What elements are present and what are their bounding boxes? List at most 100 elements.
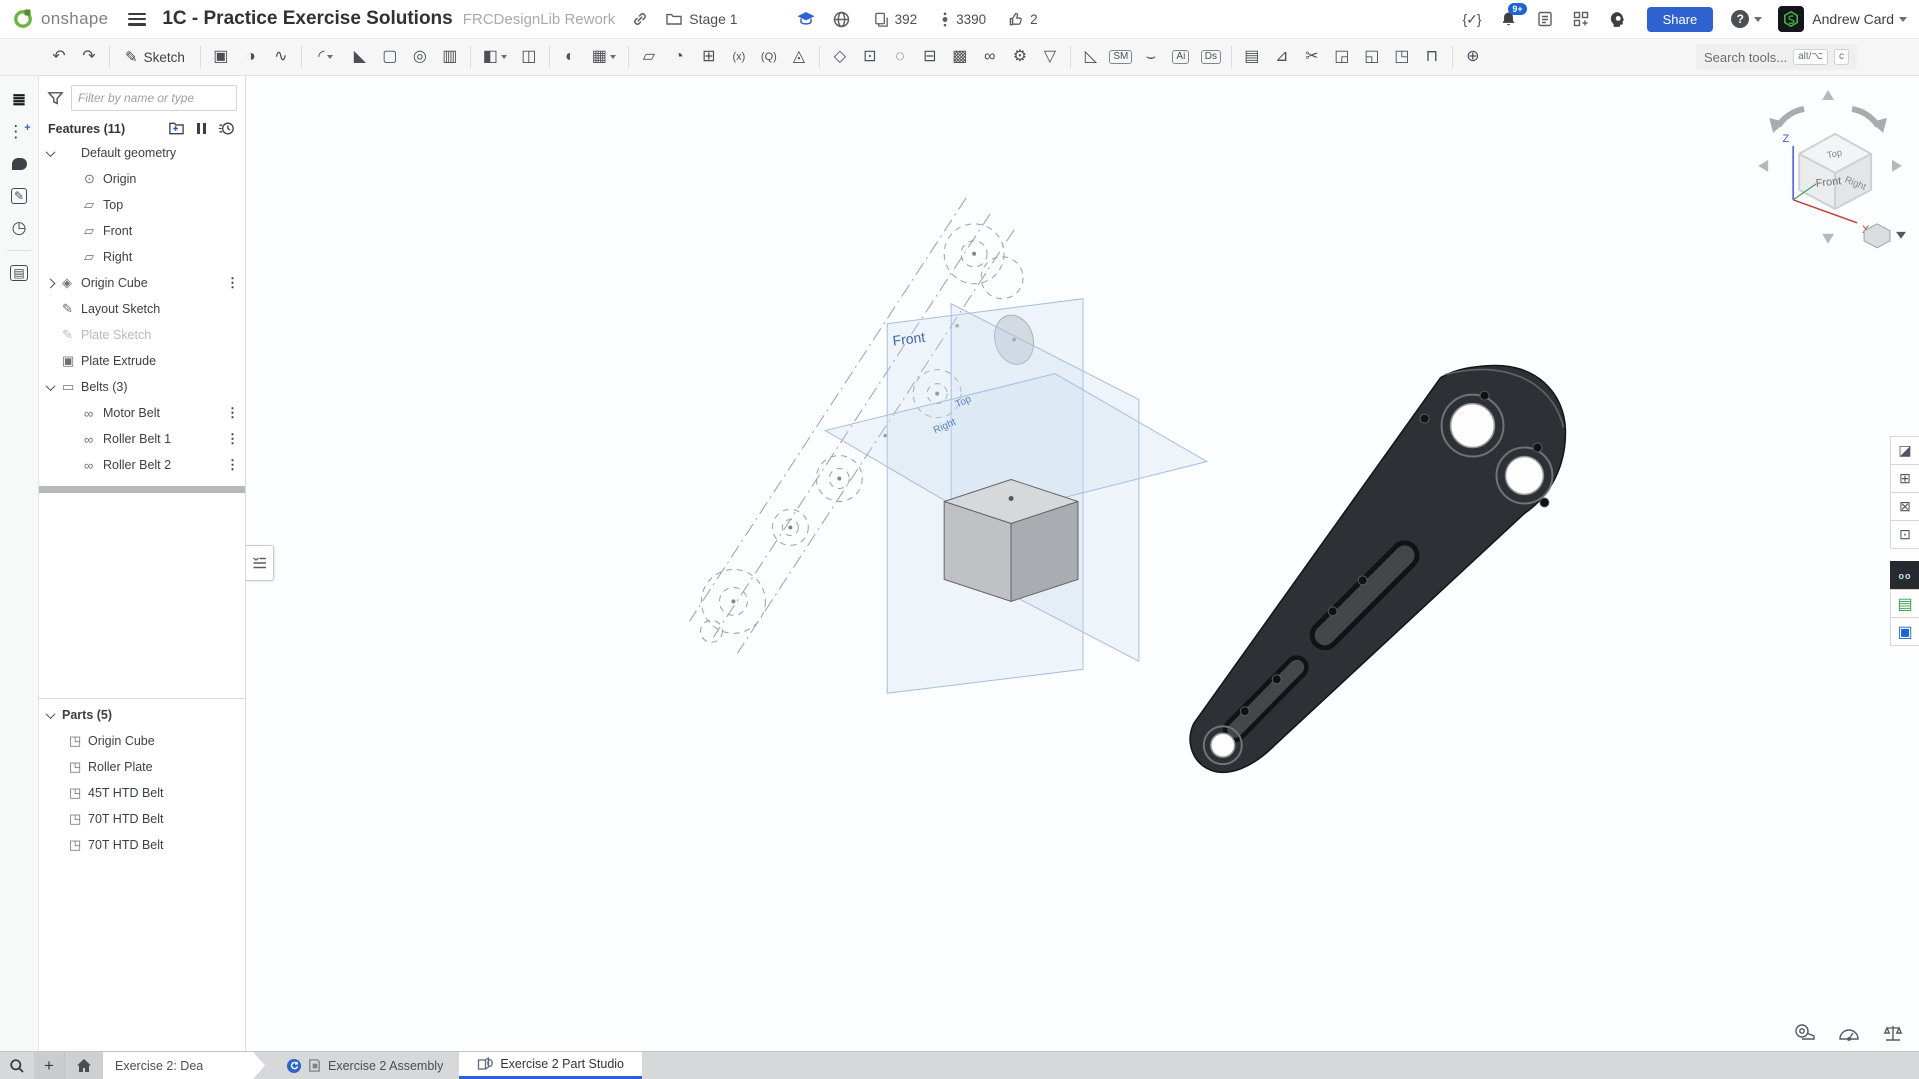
- uses-count[interactable]: 3390: [939, 11, 986, 28]
- feature-item[interactable]: ∞ Roller Belt 1 ⋮: [39, 426, 245, 452]
- tape-measure-icon[interactable]: [1793, 1023, 1817, 1043]
- sheet-icon[interactable]: ⊞: [694, 43, 724, 71]
- ghost-feature-icon[interactable]: ◌: [885, 43, 915, 71]
- feature-item[interactable]: ✎ Layout Sketch: [39, 296, 245, 322]
- toolbar-separator[interactable]: [819, 46, 820, 68]
- pages-icon[interactable]: ▤: [1237, 43, 1267, 71]
- appearance-panel-icon[interactable]: ◪: [1890, 436, 1919, 465]
- hole-icon[interactable]: ◎: [405, 43, 435, 71]
- plane-icon[interactable]: ▱: [634, 43, 664, 71]
- roller-hole[interactable]: [1211, 733, 1235, 757]
- boolean-icon[interactable]: ◧: [476, 43, 514, 71]
- learning-assistant-icon[interactable]: [1608, 10, 1627, 29]
- rollback-dots-icon[interactable]: ⋮: [226, 405, 239, 421]
- weld-icon[interactable]: ✂: [1297, 43, 1327, 71]
- corner-icon[interactable]: ◲: [1327, 43, 1357, 71]
- view-options-caret-icon[interactable]: [1896, 232, 1906, 239]
- view-rotate-up-arrow[interactable]: [1822, 90, 1834, 100]
- expand-chevron-icon[interactable]: [47, 280, 62, 287]
- rail-gap[interactable]: [1890, 548, 1918, 562]
- search-tools-input[interactable]: Search tools... alt/⌥ c: [1696, 44, 1857, 70]
- undo-icon[interactable]: ↶: [44, 43, 74, 71]
- origin-cube-part[interactable]: [944, 480, 1078, 602]
- trim-icon[interactable]: ◳: [1387, 43, 1417, 71]
- feature-item[interactable]: ▱ Front: [39, 218, 245, 244]
- avatar[interactable]: [1778, 6, 1804, 32]
- variables-panel-icon[interactable]: ⊡: [1890, 520, 1919, 549]
- share-button[interactable]: Share: [1647, 7, 1714, 32]
- feature-item[interactable]: ✎ Plate Sketch: [39, 322, 245, 348]
- expand-chevron-icon[interactable]: [47, 150, 62, 157]
- feature-item[interactable]: ▱ Top: [39, 192, 245, 218]
- onshape-logo[interactable]: onshape: [12, 8, 108, 30]
- revolve-icon[interactable]: ◑: [236, 43, 266, 71]
- origin-point[interactable]: [1009, 496, 1014, 501]
- view-rotate-down-arrow[interactable]: [1822, 234, 1834, 244]
- import-cube-icon[interactable]: ◇: [825, 43, 855, 71]
- gear-generator-icon[interactable]: ⚙: [1005, 43, 1035, 71]
- tab-search-icon[interactable]: [0, 1052, 34, 1079]
- view-cube-body[interactable]: [1799, 134, 1871, 209]
- view-rotate-left-arrow[interactable]: [1758, 160, 1768, 172]
- circular-pattern-icon[interactable]: ◔: [664, 43, 694, 71]
- 3d-viewport[interactable]: Front Top Right: [246, 76, 1919, 1051]
- sweep-icon[interactable]: ∿: [266, 43, 296, 71]
- checklist-icon[interactable]: ▤: [0, 257, 38, 289]
- app-robot-icon[interactable]: oo: [1890, 561, 1919, 590]
- shell-icon[interactable]: ▢: [375, 43, 405, 71]
- feature-item[interactable]: Default geometry: [39, 140, 245, 166]
- mirror-icon[interactable]: ◐: [555, 43, 585, 71]
- feature-item[interactable]: ∞ Roller Belt 2 ⋮: [39, 452, 245, 478]
- notifications-bell-icon[interactable]: 9+: [1499, 10, 1518, 29]
- rib-icon[interactable]: ▥: [435, 43, 465, 71]
- rail-divider[interactable]: [7, 250, 31, 251]
- rollback-bar[interactable]: [39, 486, 245, 493]
- part-item[interactable]: 70T HTD Belt: [39, 832, 245, 858]
- toolbar-separator[interactable]: [1452, 46, 1453, 68]
- help-menu[interactable]: ?: [1731, 10, 1762, 28]
- home-tab-button[interactable]: [65, 1052, 103, 1079]
- public-globe-icon[interactable]: [832, 10, 851, 29]
- copies-count[interactable]: 392: [873, 11, 918, 28]
- pattern-icon[interactable]: ▦: [585, 43, 623, 71]
- education-icon[interactable]: [796, 10, 816, 28]
- rollback-dots-icon[interactable]: ⋮: [226, 457, 239, 473]
- dogbone-icon[interactable]: ∞: [975, 43, 1005, 71]
- mate-connector-icon[interactable]: ◬: [784, 43, 814, 71]
- split-icon[interactable]: ◫: [514, 43, 544, 71]
- featurescript-search-icon[interactable]: (Q): [754, 43, 784, 71]
- funnel-icon[interactable]: ▽: [1035, 43, 1065, 71]
- chamfer-icon[interactable]: ◣: [345, 43, 375, 71]
- custom-tables-panel-icon[interactable]: ⊠: [1890, 492, 1919, 521]
- part-item[interactable]: 70T HTD Belt: [39, 806, 245, 832]
- featurescript-check-icon[interactable]: {✓}: [1463, 11, 1481, 28]
- extrude-icon[interactable]: ▣: [206, 43, 236, 71]
- expand-chevron-icon[interactable]: [47, 712, 62, 719]
- profile-icon[interactable]: ⊓: [1417, 43, 1447, 71]
- variable-icon[interactable]: (x): [724, 43, 754, 71]
- bend-icon[interactable]: ⊿: [1267, 43, 1297, 71]
- history-clock-icon[interactable]: [218, 120, 235, 137]
- parts-header[interactable]: Parts (5): [39, 702, 245, 728]
- redo-icon[interactable]: ↷: [74, 43, 104, 71]
- toolbar-separator[interactable]: [1070, 46, 1071, 68]
- sheet-metal-icon[interactable]: ◺: [1076, 43, 1106, 71]
- part-item[interactable]: Origin Cube: [39, 728, 245, 754]
- board-feature-icon[interactable]: ▩: [945, 43, 975, 71]
- app-store-icon[interactable]: [1572, 10, 1590, 28]
- origin-snap-icon[interactable]: ⊕: [1458, 43, 1488, 71]
- toolbar-separator[interactable]: [549, 46, 550, 68]
- timer-icon[interactable]: ◷: [0, 212, 38, 244]
- bearing-hole[interactable]: [1505, 457, 1543, 495]
- feature-item[interactable]: ◈ Origin Cube ⋮: [39, 270, 245, 296]
- new-tab-button[interactable]: [34, 1052, 65, 1079]
- view-rotate-right-arrow[interactable]: [1892, 160, 1902, 172]
- rollback-dots-icon[interactable]: ⋮: [226, 431, 239, 447]
- fillet-icon[interactable]: ◜: [307, 43, 345, 71]
- feature-item[interactable]: ∞ Motor Belt ⋮: [39, 400, 245, 426]
- view-cube[interactable]: Top Front Right Z X: [1758, 90, 1906, 248]
- feature-item[interactable]: ⊙ Origin: [39, 166, 245, 192]
- notes-icon[interactable]: ✎: [0, 180, 38, 212]
- part-item[interactable]: 45T HTD Belt: [39, 780, 245, 806]
- toolbar-separator[interactable]: [470, 46, 471, 68]
